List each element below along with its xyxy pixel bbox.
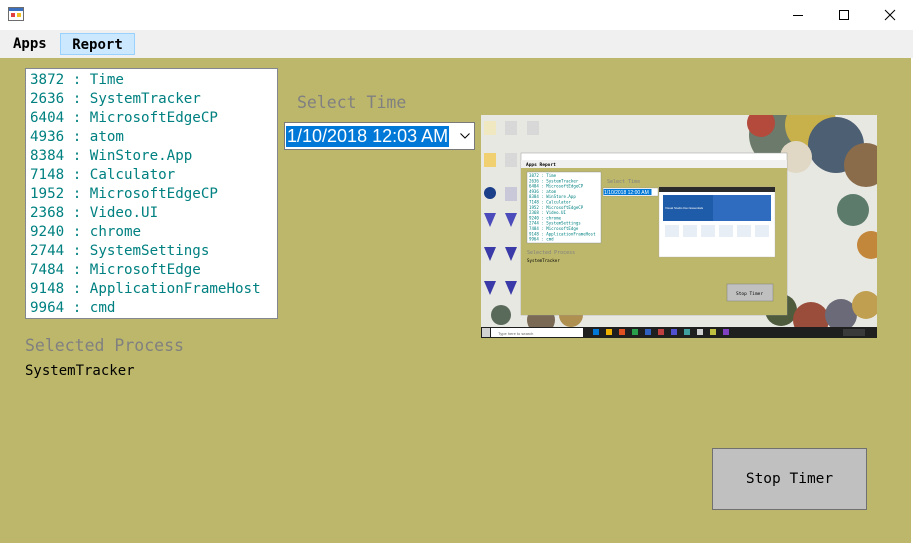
preview-process-item: 7484 : MicrosoftEdge [529,226,579,231]
process-list-item[interactable]: 9148 : ApplicationFrameHost [30,280,277,299]
inner-app-window: Apps Report 3872 : Time2636 : SystemTrac… [520,152,788,316]
select-time-label: Select Time [297,93,407,112]
taskbar: Type here to search [481,327,877,338]
preview-selected-label: Selected Process [527,250,575,256]
process-list-item[interactable]: 9240 : chrome [30,223,277,242]
process-list-item[interactable]: 4936 : atom [30,128,277,147]
time-select-dropdown[interactable]: 1/10/2018 12:03 AM [284,122,475,150]
preview-search-box: Type here to search [498,331,533,336]
maximize-icon [839,10,849,20]
process-list-item[interactable]: 7148 : Calculator [30,166,277,185]
maximize-button[interactable] [821,0,867,30]
process-list-item[interactable]: 1952 : MicrosoftEdgeCP [30,185,277,204]
process-list-item[interactable]: 2636 : SystemTracker [30,90,277,109]
preview-process-item: 7148 : Calculator [529,200,571,205]
winforms-app-icon [8,7,24,21]
minimize-button[interactable] [775,0,821,30]
close-button[interactable] [867,0,913,30]
time-select-value: 1/10/2018 12:03 AM [286,126,450,147]
preview-process-item: 2368 : Video.UI [529,210,567,215]
menu-report[interactable]: Report [60,33,135,55]
selected-process-value: SystemTracker [25,363,135,379]
process-list-item[interactable]: 2368 : Video.UI [30,204,277,223]
menu-bar: Apps Report [0,30,913,58]
stop-timer-button[interactable]: Stop Timer [712,448,867,510]
process-list-item[interactable]: 7484 : MicrosoftEdge [30,261,277,280]
close-icon [884,9,896,21]
minimize-icon [793,15,803,16]
preview-stop-button: Stop Timer [736,291,763,297]
preview-process-item: 9964 : cmd [529,237,554,242]
preview-process-item: 9148 : ApplicationFrameHost [529,231,596,236]
main-panel: 3872 : Time 2636 : SystemTracker 6404 : Mi… [0,58,911,543]
svg-text:Visual Studio Dev Essentials: Visual Studio Dev Essentials [665,206,704,210]
chevron-down-icon[interactable] [456,123,474,149]
process-list-item[interactable]: 2744 : SystemSettings [30,242,277,261]
preview-process-item: 9240 : chrome [529,215,562,220]
process-list-item[interactable]: 3872 : Time [30,71,277,90]
preview-process-item: 3872 : Time [529,173,557,178]
preview-process-item: 4936 : atom [529,189,557,194]
preview-process-item: 6404 : MicrosoftEdgeCP [529,184,584,189]
menu-apps[interactable]: Apps [5,33,55,55]
svg-text:Apps Report: Apps Report [526,162,556,168]
preview-process-item: 1952 : MicrosoftEdgeCP [529,205,584,210]
process-listbox[interactable]: 3872 : Time 2636 : SystemTracker 6404 : Mi… [25,68,278,319]
preview-selected-value: SystemTracker [527,258,560,263]
preview-process-item: 8384 : WinStore.App [529,194,576,199]
process-list-item[interactable]: 6404 : MicrosoftEdgeCP [30,109,277,128]
preview-process-item: 2744 : SystemSettings [529,221,581,226]
process-list-item[interactable]: 8384 : WinStore.App [30,147,277,166]
process-list-item[interactable]: 9964 : cmd [30,299,277,318]
preview-time-label: Select Time [607,179,640,185]
selected-process-label: Selected Process [25,336,184,355]
preview-process-item: 2636 : SystemTracker [529,178,579,183]
title-bar [0,0,913,30]
screenshot-preview: Apps Report 3872 : Time2636 : SystemTrac… [481,115,877,338]
preview-time-value: 1/10/2018 12:00 AM [604,190,649,196]
